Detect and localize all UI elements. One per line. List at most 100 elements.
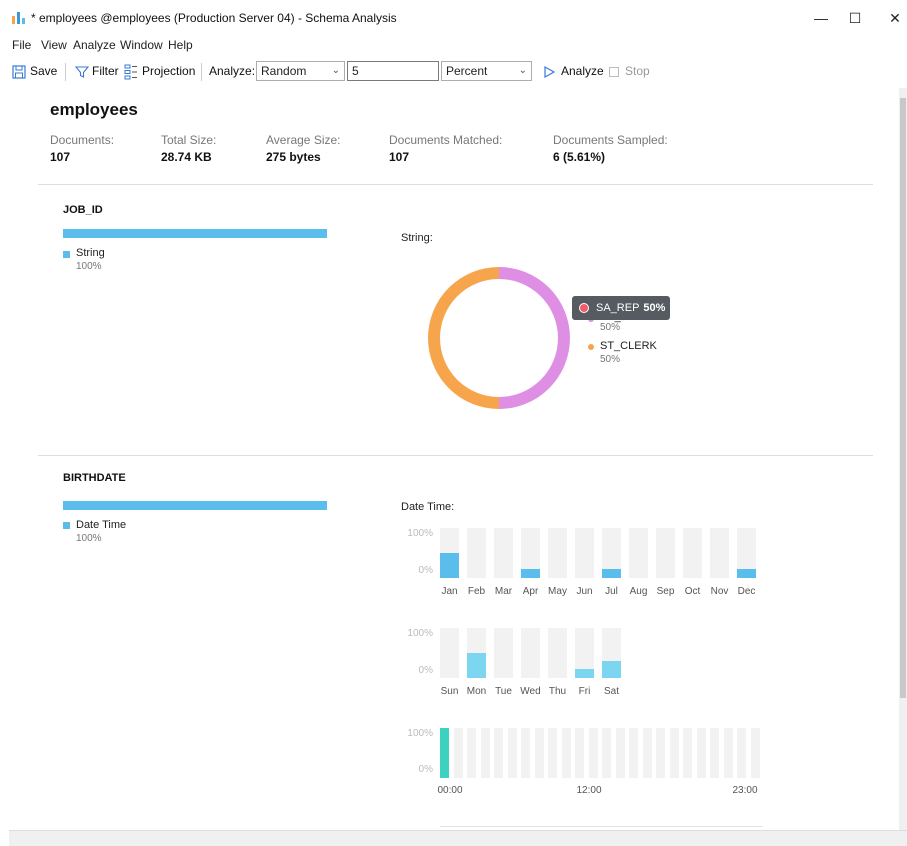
- weekday-bar-bg: [494, 628, 513, 678]
- vertical-scrollbar[interactable]: [899, 88, 907, 830]
- weekday-bar-bg: [440, 628, 459, 678]
- projection-label: Projection: [142, 64, 196, 78]
- month-bar-apr[interactable]: [521, 569, 540, 578]
- filter-label: Filter: [92, 64, 119, 78]
- analyze-mode-select[interactable]: Random ⌄: [256, 61, 345, 81]
- menu-help[interactable]: Help: [168, 38, 193, 52]
- chevron-down-icon: ⌄: [518, 65, 527, 76]
- play-icon: [544, 66, 555, 78]
- legend-dot: [588, 344, 594, 350]
- month-bar-bg: [656, 528, 675, 578]
- chart-tooltip: SA_REP 50%: [572, 296, 670, 320]
- sample-count-value: 5: [352, 64, 359, 78]
- menu-window[interactable]: Window: [120, 38, 163, 52]
- axis-bottom-label: 0%: [418, 764, 433, 775]
- weekday-bar-fri[interactable]: [575, 669, 594, 678]
- tooltip-value: 50%: [643, 302, 666, 314]
- hour-bar-bg: [750, 728, 760, 778]
- axis-top-label: 100%: [407, 628, 433, 639]
- weekday-bar-sat[interactable]: [602, 661, 621, 678]
- weekday-bar-mon[interactable]: [467, 653, 486, 678]
- hour-bar-bg: [467, 728, 476, 778]
- job-id-donut-chart: [428, 267, 570, 409]
- menu-analyze[interactable]: Analyze: [73, 38, 116, 52]
- stop-button[interactable]: Stop: [606, 61, 654, 83]
- hour-bar-bg: [696, 728, 706, 778]
- sample-count-input[interactable]: 5: [347, 61, 439, 81]
- hour-bar-bg: [548, 728, 557, 778]
- type-legend-swatch: [63, 251, 70, 258]
- axis-top-label: 100%: [407, 728, 433, 739]
- month-bar-bg: [629, 528, 648, 578]
- stat-value: 6 (5.61%): [553, 150, 606, 164]
- schema-content: employees Documents: 107 Total Size: 28.…: [9, 88, 899, 830]
- hour-label-end: 23:00: [732, 785, 758, 796]
- weekday-bar-bg: [548, 628, 567, 678]
- legend-percent: 50%: [600, 322, 621, 333]
- toolbar-separator: [65, 63, 66, 81]
- sample-unit-select[interactable]: Percent ⌄: [441, 61, 532, 81]
- save-label: Save: [30, 64, 58, 78]
- stat-value: 107: [50, 150, 71, 164]
- analyze-mode-value: Random: [261, 64, 307, 78]
- month-bar-jul[interactable]: [602, 569, 621, 578]
- hour-bar-bg: [629, 728, 638, 778]
- title-bar: * employees @employees (Production Serve…: [0, 0, 907, 36]
- axis-top-label: 100%: [407, 528, 433, 539]
- type-legend-percent: 100%: [76, 533, 102, 544]
- hour-bar-bg: [494, 728, 503, 778]
- stat-label: Documents Matched:: [389, 133, 503, 147]
- hour-bar-bg: [656, 728, 665, 778]
- close-button[interactable]: ✕: [883, 6, 907, 30]
- menu-view[interactable]: View: [41, 38, 67, 52]
- menu-file[interactable]: File: [12, 38, 31, 52]
- donut-slice-sa-rep[interactable]: [498, 267, 570, 409]
- window-title: * employees @employees (Production Serve…: [31, 11, 397, 25]
- toolbar-separator: [201, 63, 202, 81]
- month-bar-bg: [548, 528, 567, 578]
- hour-bar-bg: [602, 728, 611, 778]
- legend-label: ST_CLERK: [600, 340, 657, 352]
- stop-button-label: Stop: [625, 64, 650, 78]
- type-distribution-bar: [63, 229, 327, 238]
- projection-button[interactable]: Projection: [122, 61, 196, 83]
- section-divider: [38, 184, 873, 185]
- hour-bar-bg: [453, 728, 463, 778]
- save-icon: [12, 65, 26, 79]
- donut-slice-st-clerk[interactable]: [428, 267, 500, 409]
- month-bar-dec[interactable]: [737, 569, 756, 578]
- hour-bar-bg: [575, 728, 584, 778]
- chevron-down-icon: ⌄: [331, 65, 340, 76]
- save-button[interactable]: Save: [10, 61, 58, 83]
- stat-label: Total Size:: [161, 133, 217, 147]
- hour-bar-bg: [710, 728, 719, 778]
- type-legend-label: Date Time: [76, 519, 127, 531]
- section-divider: [38, 455, 873, 456]
- tooltip-dot: [579, 303, 589, 313]
- minimize-button[interactable]: —: [809, 6, 833, 30]
- weekday-label: Sat: [603, 686, 619, 697]
- analyze-button[interactable]: Analyze: [540, 61, 604, 83]
- hour-bar-bg: [615, 728, 625, 778]
- filter-button[interactable]: Filter: [73, 61, 119, 83]
- stat-label: Documents Sampled:: [553, 133, 668, 147]
- scrollbar-thumb[interactable]: [900, 98, 906, 698]
- month-bar-bg: [710, 528, 729, 578]
- stat-value: 275 bytes: [266, 150, 321, 164]
- hour-bar-bg: [534, 728, 544, 778]
- filter-icon: [75, 66, 89, 78]
- month-bar-bg: [467, 528, 486, 578]
- type-distribution-bar: [63, 501, 327, 510]
- hour-bar-bg: [669, 728, 679, 778]
- hour-bar-00[interactable]: [440, 728, 449, 778]
- hour-label-start: 00:00: [437, 785, 463, 796]
- hour-bar-bg: [642, 728, 652, 778]
- projection-icon: [124, 64, 137, 80]
- stat-value: 107: [389, 150, 410, 164]
- maximize-button[interactable]: ☐: [843, 6, 867, 30]
- stat-label: Documents:: [50, 133, 115, 147]
- stat-label: Average Size:: [266, 133, 341, 147]
- stop-icon: [609, 67, 619, 77]
- month-label: Dec: [737, 586, 756, 597]
- month-bar-jan[interactable]: [440, 553, 459, 578]
